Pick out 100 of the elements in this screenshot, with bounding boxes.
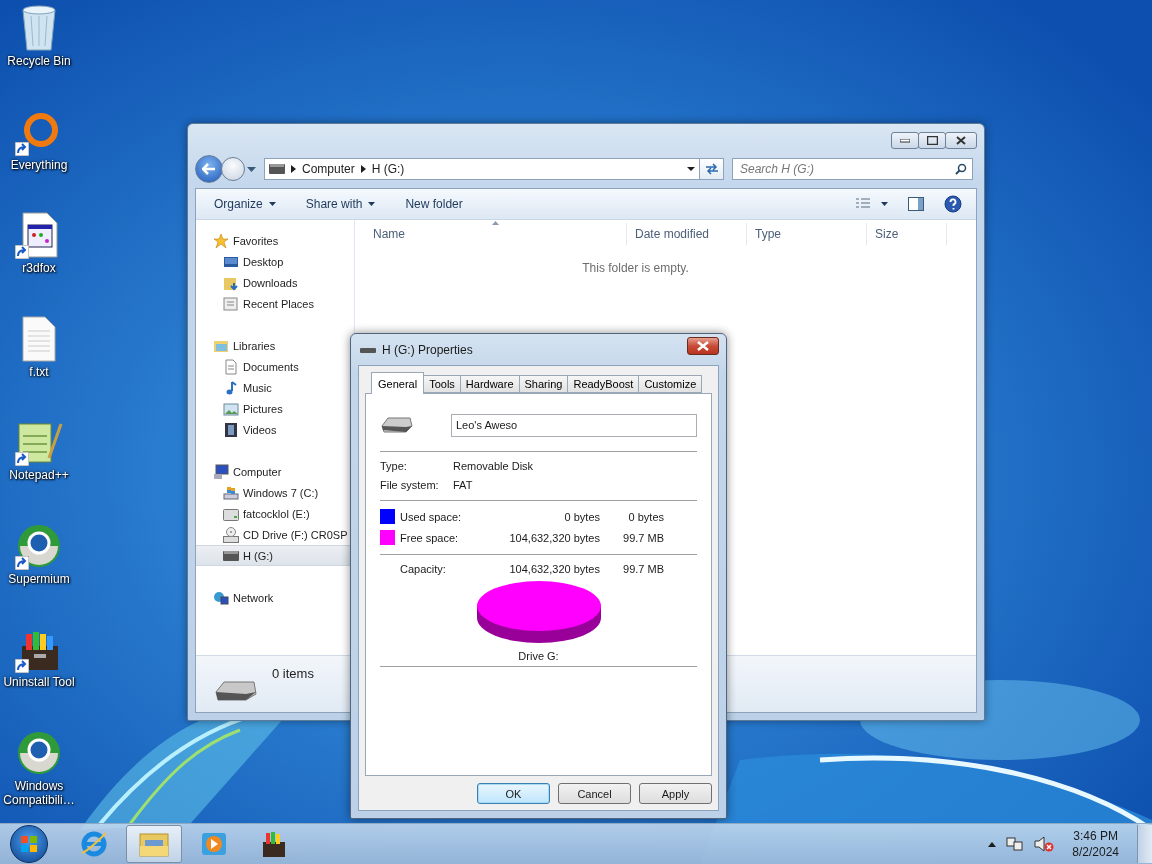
dialog-button[interactable]: OK xyxy=(477,783,550,804)
sidebar-item[interactable]: Network xyxy=(196,587,354,608)
breadcrumb-item[interactable]: H (G:) xyxy=(371,162,405,176)
dialog-button[interactable]: Cancel xyxy=(558,783,631,804)
drive-icon xyxy=(380,414,414,436)
history-dropdown-icon[interactable] xyxy=(247,166,256,172)
desktop-icon-label[interactable]: Notepad++ xyxy=(0,468,78,482)
sidebar-item[interactable]: Downloads xyxy=(196,272,354,293)
show-desktop-button[interactable] xyxy=(1137,825,1152,863)
close-button[interactable] xyxy=(687,336,719,355)
view-options-icon[interactable] xyxy=(856,198,888,210)
sidebar-item[interactable]: Windows 7 (C:) xyxy=(196,482,354,503)
item-count: 0 items xyxy=(272,666,314,681)
space-label: Free space: xyxy=(400,531,460,544)
sidebar-item[interactable]: Computer xyxy=(196,461,354,482)
maximize-button[interactable] xyxy=(918,132,946,149)
breadcrumb-arrow-icon[interactable] xyxy=(360,165,366,173)
sidebar-item[interactable]: Recent Places xyxy=(196,293,354,314)
sidebar-item[interactable]: CD Drive (F:) CR0SP xyxy=(196,524,354,545)
toolbar-button[interactable]: Organize xyxy=(206,192,284,216)
back-arrow-icon xyxy=(202,163,216,175)
drive-name-field[interactable]: Leo's Aweso xyxy=(451,413,697,437)
muted-speaker-icon[interactable] xyxy=(1034,836,1055,852)
desktop-icon-label[interactable]: f.txt xyxy=(0,364,78,379)
column-header[interactable]: Size xyxy=(867,223,947,245)
search-field[interactable]: Search H (G:) xyxy=(732,158,973,180)
address-bar[interactable]: Computer H (G:) xyxy=(264,158,700,180)
help-icon[interactable] xyxy=(944,195,962,213)
back-button[interactable] xyxy=(195,155,223,183)
space-label: Used space: xyxy=(400,510,463,523)
clock-time[interactable]: 3:46 PM xyxy=(1073,828,1118,844)
desktop-icon-label[interactable]: Uninstall Tool xyxy=(0,675,78,689)
dialog-button[interactable]: Apply xyxy=(639,783,712,804)
tab[interactable]: Sharing xyxy=(518,375,569,393)
breadcrumb-item[interactable]: Computer xyxy=(302,162,355,176)
globe-icon xyxy=(16,729,62,776)
property-label: Type: xyxy=(380,460,408,472)
tab[interactable]: ReadyBoost xyxy=(567,375,640,393)
desktop-icon-label[interactable]: Recycle Bin xyxy=(0,54,78,68)
space-bytes: 0 bytes xyxy=(563,510,600,523)
drive-icon xyxy=(223,484,239,501)
capacity-bytes: 104,632,320 bytes xyxy=(508,563,600,575)
space-size: 99.7 MB xyxy=(622,531,664,544)
text-file-icon xyxy=(21,314,57,363)
property-value: FAT xyxy=(453,479,474,491)
tab[interactable]: General xyxy=(371,372,425,394)
empty-folder-message: This folder is empty. xyxy=(581,261,690,275)
sidebar-item[interactable]: Music xyxy=(196,377,354,398)
desktop-icon-label[interactable]: Supermium xyxy=(0,571,78,586)
column-header[interactable]: Date modified xyxy=(627,223,747,245)
desktop-icon-label[interactable]: Everything xyxy=(0,157,78,172)
network-icon[interactable] xyxy=(1006,836,1025,852)
desktop-icon-label[interactable]: Windows Compatibili… xyxy=(0,778,78,807)
desktop-icon-label[interactable]: r3dfox xyxy=(0,261,78,275)
close-button[interactable] xyxy=(945,132,977,149)
dropdown-icon[interactable] xyxy=(687,167,695,171)
star-icon xyxy=(213,232,229,249)
preview-pane-icon[interactable] xyxy=(908,197,924,211)
network-icon xyxy=(213,589,229,606)
minimize-icon xyxy=(900,138,910,143)
sidebar-item[interactable]: Pictures xyxy=(196,398,354,419)
sidebar-item[interactable]: Desktop xyxy=(196,251,354,272)
property-label: File system: xyxy=(380,479,440,491)
dialog-title: H (G:) Properties xyxy=(382,342,473,357)
media-player-icon[interactable] xyxy=(200,830,228,858)
clock-date[interactable]: 8/2/2024 xyxy=(1072,844,1119,860)
refresh-icon xyxy=(704,163,719,175)
picture-frame-icon xyxy=(223,400,239,417)
globe-icon xyxy=(16,522,62,569)
tab[interactable]: Tools xyxy=(423,375,461,393)
document-icon xyxy=(223,358,239,375)
column-header[interactable]: Name xyxy=(365,223,627,245)
sidebar-item[interactable]: Favorites xyxy=(196,230,354,251)
cd-drive-icon xyxy=(223,526,239,543)
sidebar-item[interactable]: Libraries xyxy=(196,335,354,356)
capacity-label: Capacity: xyxy=(400,563,447,575)
window-icon xyxy=(19,211,59,259)
space-size: 0 bytes xyxy=(627,510,664,523)
toolbar-button[interactable]: Share with xyxy=(297,192,384,216)
sidebar-item[interactable]: Documents xyxy=(196,356,354,377)
windows-logo-icon xyxy=(20,835,38,853)
capacity-size: 99.7 MB xyxy=(622,563,664,575)
show-hidden-icons-icon[interactable] xyxy=(988,841,997,847)
tab[interactable]: Customize xyxy=(638,375,703,393)
search-icon xyxy=(955,163,967,175)
film-icon xyxy=(223,421,239,438)
breadcrumb-arrow-icon[interactable] xyxy=(291,165,296,173)
sidebar-item[interactable]: Videos xyxy=(196,419,354,440)
refresh-button[interactable] xyxy=(700,158,724,180)
maximize-icon xyxy=(926,136,938,145)
recent-places-icon xyxy=(223,295,239,312)
sidebar-item[interactable]: fatcocklol (E:) xyxy=(196,503,354,524)
start-button[interactable] xyxy=(10,825,48,863)
drive-label: Drive G: xyxy=(518,650,559,662)
forward-button[interactable] xyxy=(221,157,245,181)
toolbar-button[interactable]: New folder xyxy=(397,192,471,216)
computer-icon xyxy=(213,463,229,480)
tab[interactable]: Hardware xyxy=(459,375,520,393)
column-header[interactable]: Type xyxy=(747,223,867,245)
close-icon xyxy=(956,136,966,145)
